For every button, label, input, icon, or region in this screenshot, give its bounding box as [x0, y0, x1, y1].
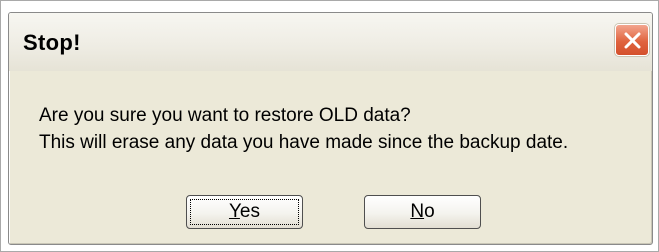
title-bar[interactable]: Stop!	[9, 13, 652, 71]
confirm-dialog: Stop! Are you sure you want to restore O…	[8, 12, 653, 245]
dialog-message: Are you sure you want to restore OLD dat…	[39, 102, 568, 156]
close-x-icon	[624, 32, 641, 49]
yes-label-rest: es	[239, 201, 260, 222]
message-line-2: This will erase any data you have made s…	[39, 132, 569, 153]
yes-button[interactable]: Yes	[186, 195, 303, 229]
no-button[interactable]: No	[364, 195, 481, 229]
yes-mnemonic: Y	[228, 201, 240, 222]
message-line-1: Are you sure you want to restore OLD dat…	[39, 105, 411, 126]
close-button[interactable]	[615, 24, 649, 56]
no-label-rest: o	[424, 201, 435, 222]
screenshot-frame: Stop! Are you sure you want to restore O…	[0, 0, 659, 252]
no-mnemonic: N	[410, 201, 425, 222]
dialog-title: Stop!	[23, 30, 81, 55]
